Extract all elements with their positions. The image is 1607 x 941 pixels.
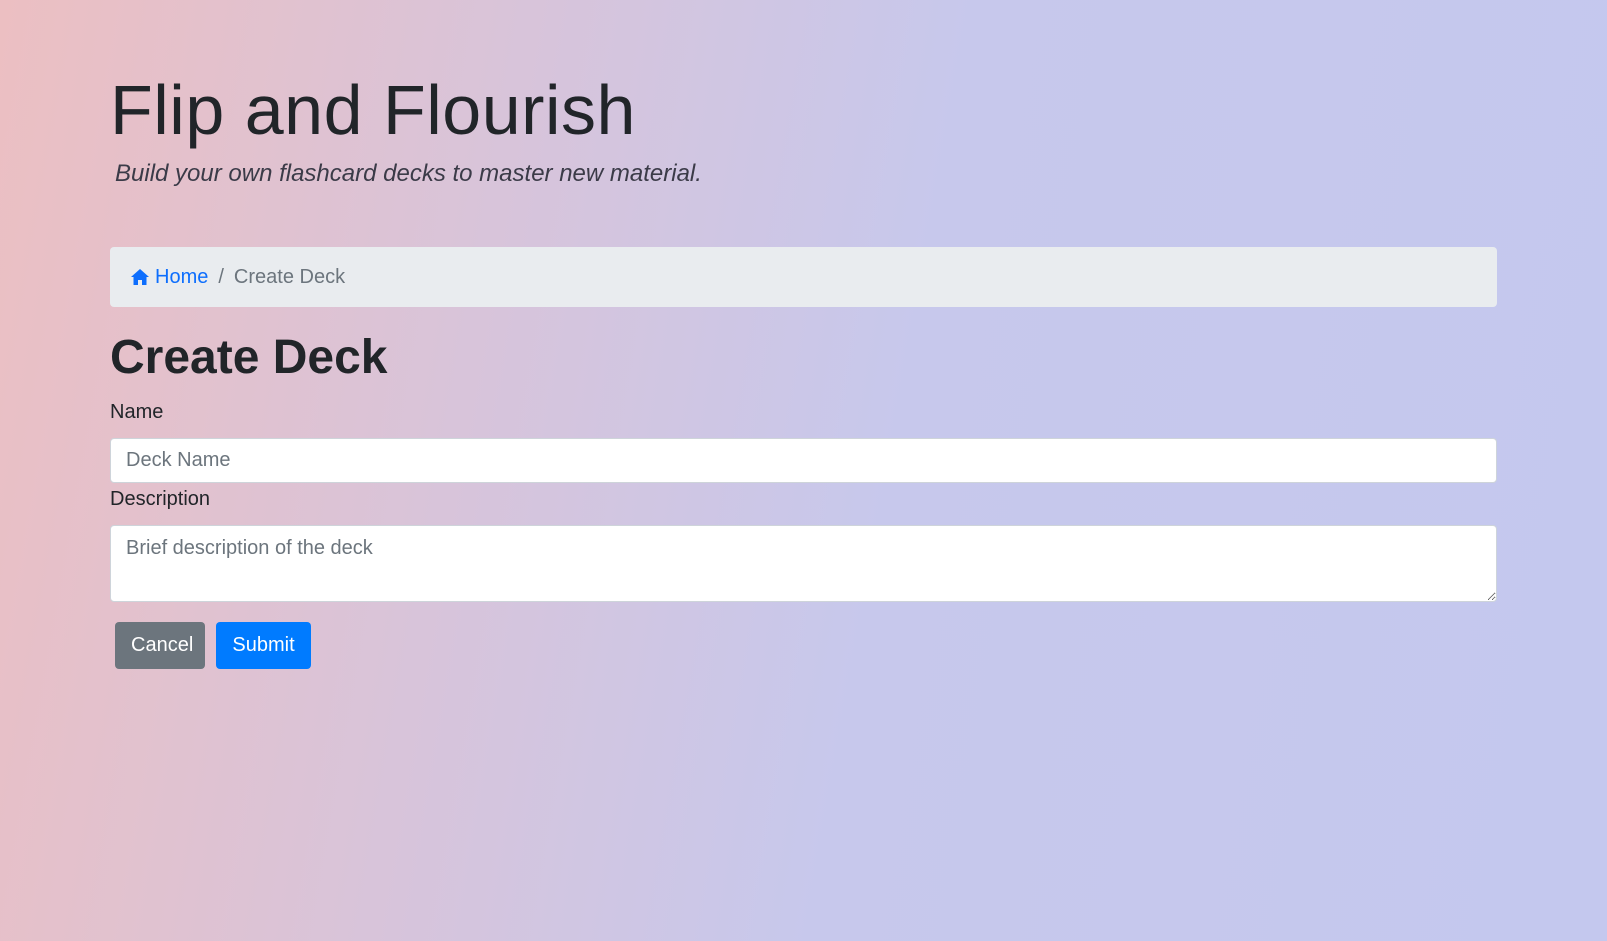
submit-button[interactable]: Submit xyxy=(216,622,311,669)
deck-description-textarea[interactable] xyxy=(110,525,1497,602)
breadcrumb: Home / Create Deck xyxy=(110,247,1497,307)
name-label: Name xyxy=(110,401,164,423)
app-title: Flip and Flourish xyxy=(110,71,636,149)
app-subtitle: Build your own flashcard decks to master… xyxy=(115,160,702,187)
breadcrumb-separator: / xyxy=(218,265,224,288)
description-label: Description xyxy=(110,488,211,510)
page-title: Create Deck xyxy=(110,331,388,384)
breadcrumb-home-label: Home xyxy=(155,265,209,288)
cancel-button[interactable]: Cancel xyxy=(115,622,205,669)
breadcrumb-home-link[interactable]: Home xyxy=(130,266,208,289)
deck-name-input[interactable] xyxy=(110,438,1497,483)
breadcrumb-current: Create Deck xyxy=(233,265,346,288)
home-icon xyxy=(130,267,150,287)
